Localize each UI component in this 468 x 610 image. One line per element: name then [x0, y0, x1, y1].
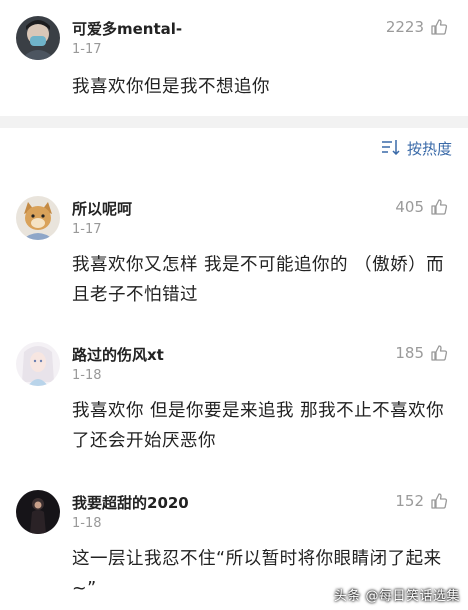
like-count: 2223: [385, 18, 424, 36]
like-button[interactable]: 152: [395, 492, 448, 510]
comment-item: 所以呢呵 1-17 405 我喜欢你又怎样 我是不可能追你的 （傲娇）而且老子不…: [0, 182, 468, 322]
comment-text: 我喜欢你 但是你要是来追我 那我不止不喜欢你了还会开始厌恶你: [72, 401, 445, 451]
comment-date: 1-18: [72, 516, 102, 531]
comment-date: 1-17: [72, 42, 102, 57]
sort-label: 按热度: [406, 140, 452, 158]
like-button[interactable]: 185: [395, 344, 448, 362]
comment-text: 我喜欢你又怎样 我是不可能追你的 （傲娇）而且老子不怕错过: [72, 255, 445, 305]
like-count: 152: [395, 492, 424, 510]
avatar[interactable]: [16, 196, 60, 240]
avatar[interactable]: [16, 490, 60, 534]
like-button[interactable]: 2223: [386, 18, 448, 36]
thumbs-up-icon: [430, 198, 448, 216]
section-divider: [0, 116, 468, 128]
comment-item: 路过的伤风xt 1-18 185 我喜欢你 但是你要是来追我 那我不止不喜欢你了…: [0, 328, 468, 478]
comment-username[interactable]: 所以呢呵: [72, 198, 132, 219]
like-count: 185: [395, 344, 424, 362]
thumbs-up-icon: [430, 344, 448, 362]
comment-item: 可爱多mental- 1-17 2223 我喜欢你但是我不想追你: [0, 0, 468, 116]
thumbs-up-icon: [430, 492, 448, 510]
watermark: 头条 @每日笑话选集: [333, 589, 460, 604]
thumbs-up-icon: [430, 18, 448, 36]
avatar[interactable]: [16, 16, 60, 60]
sort-icon: [381, 139, 401, 159]
comment-date: 1-18: [72, 368, 102, 383]
avatar[interactable]: [16, 342, 60, 386]
comment-username[interactable]: 路过的伤风xt: [72, 344, 164, 365]
like-count: 405: [395, 198, 424, 216]
comment-username[interactable]: 我要超甜的2020: [72, 492, 189, 513]
like-button[interactable]: 405: [395, 198, 448, 216]
sort-by-hot-button[interactable]: 按热度: [381, 138, 452, 159]
comment-username[interactable]: 可爱多mental-: [72, 18, 182, 39]
comment-text: 我喜欢你但是我不想追你: [72, 77, 270, 97]
comment-date: 1-17: [72, 222, 102, 237]
